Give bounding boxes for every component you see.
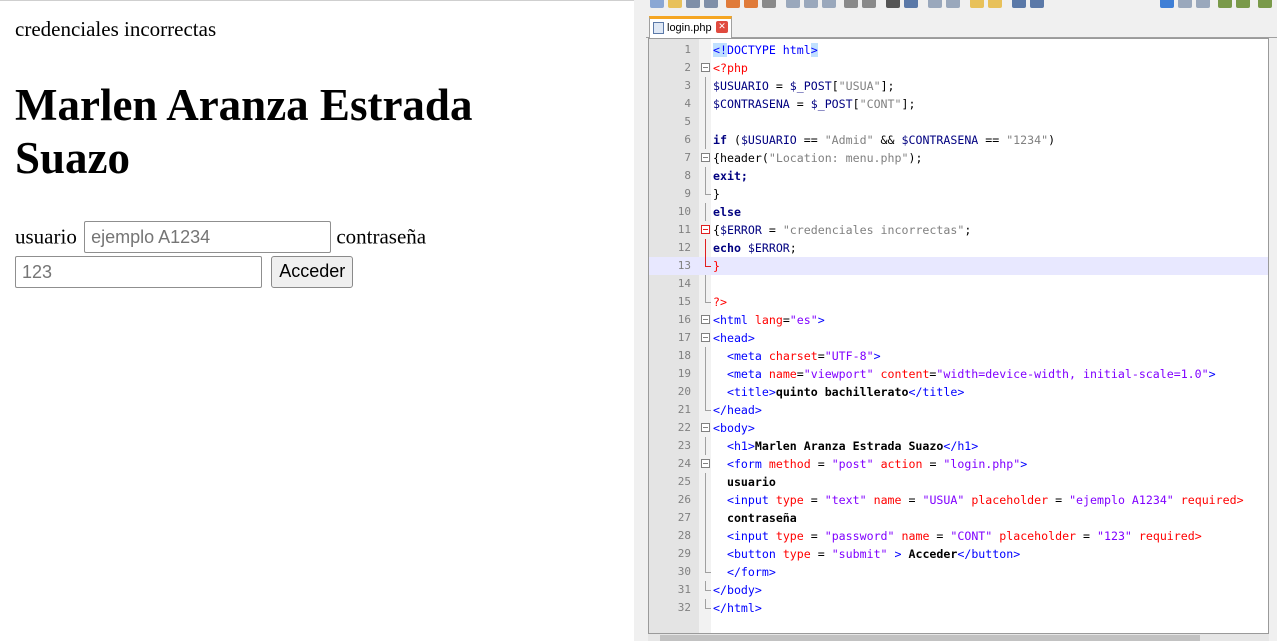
code-line: 24 <form method = "post" action = "login… [677, 457, 1028, 471]
show-all-chars-icon[interactable] [1030, 0, 1044, 8]
code-line: 32 </html> [677, 599, 762, 615]
code-line: 26 <input type = "text" name = "USUA" pl… [677, 491, 1244, 509]
fold-toggle-icon[interactable] [701, 459, 710, 468]
password-input[interactable] [15, 256, 262, 289]
cut-icon[interactable] [786, 0, 800, 8]
close-all-icon[interactable] [744, 0, 758, 8]
code-line: 12 echo $ERROR; [677, 239, 797, 257]
code-line: 9} [684, 185, 720, 201]
code-line: 10 else [677, 203, 741, 221]
find-icon[interactable] [886, 0, 900, 8]
macro-play-icon[interactable] [1258, 0, 1272, 8]
editor-toolbar [646, 0, 1277, 14]
error-message: credenciales incorrectas [15, 17, 217, 41]
user-input[interactable] [84, 221, 332, 254]
horizontal-scrollbar[interactable] [648, 634, 1269, 641]
save-all-icon[interactable] [704, 0, 718, 8]
pane-splitter[interactable] [634, 0, 646, 641]
doc-map-icon[interactable] [1178, 0, 1192, 8]
indent-guide-icon[interactable] [1160, 0, 1174, 8]
tab-label: login.php [667, 22, 712, 34]
code-line: 20 <title>quinto bachillerato</title> [677, 383, 965, 401]
fold-toggle-icon[interactable] [701, 63, 710, 72]
close-tab-icon[interactable]: ✕ [716, 21, 728, 33]
submit-button[interactable]: Acceder [271, 255, 354, 288]
function-list-icon[interactable] [1196, 0, 1210, 8]
password-label: contraseña [336, 224, 427, 249]
fold-toggle-icon[interactable] [701, 423, 710, 432]
new-file-icon[interactable] [650, 0, 664, 8]
copy-icon[interactable] [804, 0, 818, 8]
code-editor: login.php ✕ 1 <!DOCTYPE html> 2 <?php 3 $US… [646, 0, 1277, 641]
code-line: 14 [649, 275, 1268, 293]
page-heading: Marlen Aranza Estrada Suazo [15, 80, 473, 183]
code-line: 31 </body> [677, 581, 762, 597]
sync-vertical-icon[interactable] [970, 0, 984, 8]
code-line: 6 if ($USUARIO == "Admid" && $CONTRASENA … [684, 131, 1056, 149]
code-line: 28 <input type = "password" name = "CONT… [677, 527, 1202, 545]
code-area[interactable]: 1 <!DOCTYPE html> 2 <?php 3 $USUARIO = $_PO… [648, 38, 1269, 634]
scrollbar-thumb[interactable] [660, 635, 1200, 641]
macro-record-icon[interactable] [1218, 0, 1232, 8]
sync-horizontal-icon[interactable] [988, 0, 1002, 8]
code-line: 22 <body> [677, 421, 755, 435]
current-code-line: 13} [649, 257, 1268, 275]
code-line: 25 usuario [677, 473, 776, 491]
code-line: 4 $CONTRASENA = $_POST["CONT"]; [684, 95, 916, 113]
tab-bar: login.php ✕ [646, 14, 1277, 38]
macro-stop-icon[interactable] [1236, 0, 1250, 8]
code-line: 18 <meta charset="UTF-8"> [677, 347, 881, 365]
save-icon[interactable] [686, 0, 700, 8]
close-file-icon[interactable] [726, 0, 740, 8]
code-line: 7 {header("Location: menu.php"); [684, 151, 923, 165]
tab-login-php[interactable]: login.php ✕ [649, 16, 732, 38]
code-line: 17 <head> [677, 331, 755, 345]
user-label: usuario [15, 224, 77, 249]
code-line: 3 $USUARIO = $_POST["USUA"]; [684, 77, 895, 95]
code-line: 15 ?> [677, 293, 727, 309]
code-line: 23 <h1>Marlen Aranza Estrada Suazo</h1> [677, 437, 979, 455]
paste-icon[interactable] [822, 0, 836, 8]
code-line: 21 </head> [677, 401, 762, 417]
php-file-icon [653, 22, 664, 34]
word-wrap-icon[interactable] [1012, 0, 1026, 8]
redo-icon[interactable] [862, 0, 876, 8]
undo-icon[interactable] [844, 0, 858, 8]
zoom-in-icon[interactable] [928, 0, 942, 8]
browser-viewport: credenciales incorrectas Marlen Aranza E… [0, 0, 634, 641]
login-form: usuario contraseña Acceder [15, 219, 615, 289]
code-line: 2 <?php [684, 61, 748, 75]
code-line: 16 <html lang="es"> [677, 313, 825, 327]
fold-toggle-icon[interactable] [701, 315, 710, 324]
fold-toggle-icon[interactable] [701, 225, 710, 234]
open-folder-icon[interactable] [668, 0, 682, 8]
code-line: 27 contraseña [677, 509, 797, 527]
code-line: 5 [649, 113, 1268, 131]
code-line: 1 <!DOCTYPE html> [684, 43, 818, 57]
code-line: 8 exit; [684, 167, 748, 185]
vertical-scrollbar[interactable] [1269, 38, 1277, 641]
zoom-out-icon[interactable] [946, 0, 960, 8]
replace-icon[interactable] [904, 0, 918, 8]
fold-toggle-icon[interactable] [701, 153, 710, 162]
code-line: 19 <meta name="viewport" content="width=… [677, 365, 1216, 383]
code-line: 11 {$ERROR = "credenciales incorrectas"; [677, 223, 972, 237]
code-line: 29 <button type = "submit" > Acceder</bu… [677, 545, 1021, 563]
print-icon[interactable] [762, 0, 776, 8]
fold-toggle-icon[interactable] [701, 333, 710, 342]
code-line: 30 </form> [677, 563, 776, 579]
